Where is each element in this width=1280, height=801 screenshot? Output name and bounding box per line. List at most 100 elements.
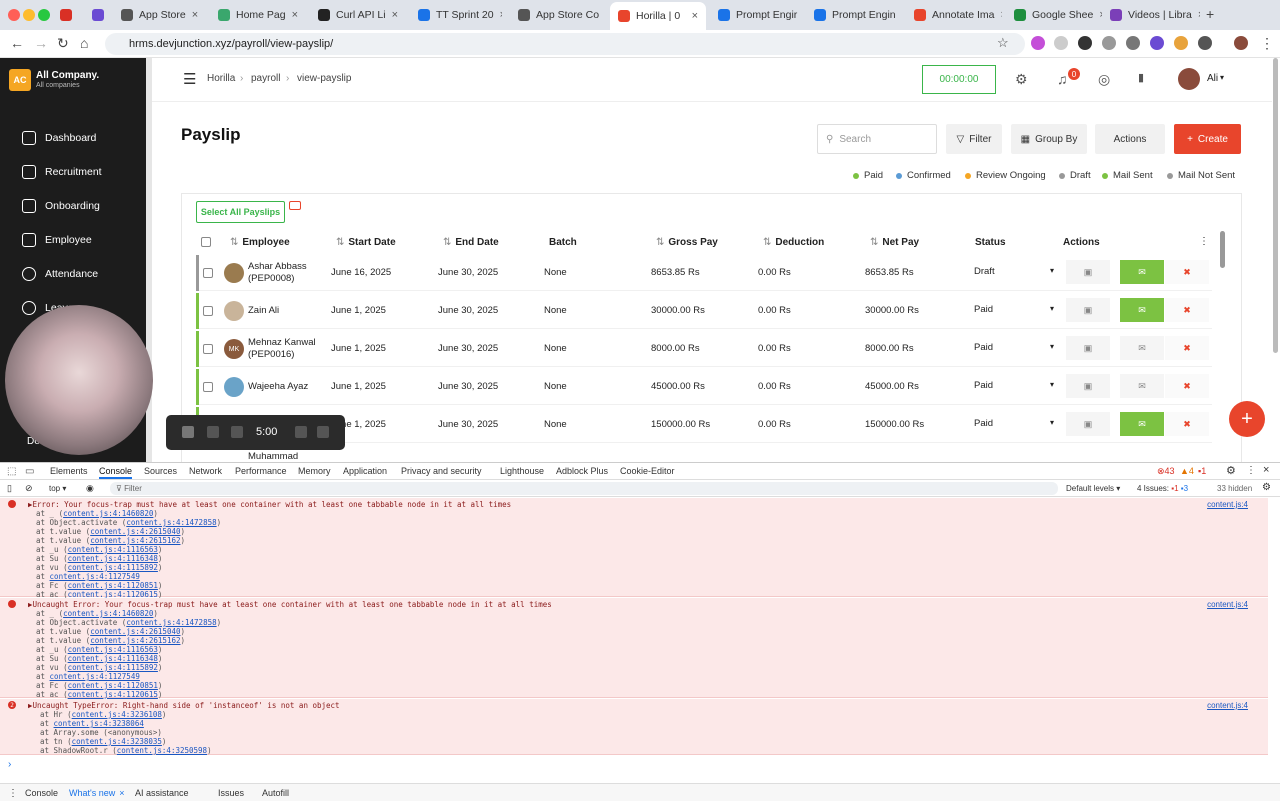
breadcrumb-horilla[interactable]: Horilla (207, 73, 235, 84)
send-mail-button[interactable]: ✉ (1120, 260, 1164, 284)
sidebar-toggle-icon[interactable]: ▯ (7, 483, 12, 494)
column-header-net-pay[interactable]: ⇅Net Pay (870, 237, 919, 248)
browser-tab[interactable] (84, 4, 106, 26)
browser-tab[interactable]: Prompt Engin× (806, 4, 902, 26)
frame-link[interactable]: content.js:4:1127549 (50, 572, 140, 581)
delete-button[interactable]: ✖ (1165, 336, 1209, 360)
devtools-tab-memory[interactable]: Memory (298, 466, 331, 476)
frame-link[interactable]: content.js:4:1115892 (68, 563, 158, 572)
attendance-timer-button[interactable]: 00:00:00 (922, 65, 996, 94)
send-mail-button[interactable]: ✉ (1120, 298, 1164, 322)
bookmark-star-icon[interactable]: ☆ (997, 35, 1009, 51)
status-legend-mail-sent[interactable]: Mail Sent (1102, 170, 1153, 181)
delete-button[interactable]: ✖ (1165, 260, 1209, 284)
user-name[interactable]: Ali (1207, 73, 1218, 84)
extensions-puzzle-icon[interactable] (1198, 36, 1212, 50)
lock-button[interactable]: ▣ (1066, 260, 1110, 284)
employee-name[interactable]: Ashar Abbass (248, 261, 307, 272)
status-select[interactable]: Paid▾ (974, 342, 1054, 353)
row-checkbox[interactable] (203, 344, 213, 354)
sidebar-item-attendance[interactable]: Attendance (22, 267, 98, 281)
devtools-tab-application[interactable]: Application (343, 466, 387, 476)
lock-button[interactable]: ▣ (1066, 412, 1110, 436)
source-link[interactable]: content.js:4 (1207, 701, 1248, 710)
context-selector[interactable]: top ▾ (49, 484, 66, 493)
column-header-gross-pay[interactable]: ⇅Gross Pay (656, 237, 718, 248)
reload-icon[interactable]: ↻ (57, 35, 69, 52)
stop-recording-icon[interactable] (182, 426, 194, 438)
close-tab-icon[interactable]: × (1000, 9, 1002, 21)
console-filter-input[interactable]: ⊽ Filter (110, 482, 1058, 495)
row-checkbox[interactable] (203, 306, 213, 316)
table-row[interactable]: Zain AliJune 1, 2025June 30, 2025None300… (196, 293, 1212, 329)
close-tab-icon[interactable]: × (1198, 9, 1200, 21)
column-header-employee[interactable]: ⇅Employee (230, 237, 290, 248)
browser-tab[interactable]: Prompt Engir× (710, 4, 804, 26)
back-icon[interactable]: ← (10, 35, 24, 51)
console-error-message[interactable]: 2▶Uncaught TypeError: Right-hand side of… (0, 699, 1268, 755)
error-count[interactable]: ⊗43 (1157, 466, 1175, 477)
frame-link[interactable]: content.js:4:1115892 (68, 663, 158, 672)
source-link[interactable]: content.js:4 (1207, 500, 1248, 509)
clear-console-icon[interactable]: ⊘ (25, 483, 33, 494)
frame-link[interactable]: content.js:4:1120851 (68, 681, 158, 690)
frame-link[interactable]: content.js:4:2615040 (90, 627, 180, 636)
sidebar-item-dashboard[interactable]: Dashboard (22, 131, 96, 145)
devtools-tab-adblock-plus[interactable]: Adblock Plus (556, 466, 608, 476)
browser-tab[interactable]: TT Sprint 20× (410, 4, 502, 26)
sidebar-item-employee[interactable]: Employee (22, 233, 92, 247)
close-tab-icon[interactable]: × (500, 9, 502, 21)
discard-icon[interactable] (317, 426, 329, 438)
inspect-icon[interactable]: ⬚ (7, 466, 16, 477)
quick-add-button[interactable]: + (1229, 401, 1265, 437)
sidebar-item-recruitment[interactable]: Recruitment (22, 165, 102, 179)
breadcrumb-payroll[interactable]: payroll (251, 73, 280, 84)
devtools-tab-console[interactable]: Console (99, 466, 132, 479)
close-tab-icon[interactable]: × (392, 9, 398, 21)
group-by-button[interactable]: ▦ Group By (1011, 124, 1087, 154)
console-settings-icon[interactable]: ⚙ (1262, 482, 1271, 493)
warning-count[interactable]: ▲4 (1180, 466, 1194, 476)
frame-link[interactable]: content.js:4:2615162 (90, 536, 180, 545)
devtools-tab-cookie-editor[interactable]: Cookie-Editor (620, 466, 675, 476)
devtools-menu-icon[interactable]: ⋮ (1246, 465, 1256, 476)
send-mail-button[interactable]: ✉ (1120, 374, 1164, 398)
extension-icon[interactable] (1150, 36, 1164, 50)
delete-button[interactable]: ✖ (1165, 412, 1209, 436)
restart-icon[interactable] (295, 426, 307, 438)
column-header-start-date[interactable]: ⇅Start Date (336, 237, 396, 248)
bell-icon[interactable]: ♫ (1057, 71, 1068, 87)
extension-icon[interactable] (1078, 36, 1092, 50)
close-tab-icon[interactable]: × (292, 9, 298, 21)
frame-link[interactable]: content.js:4:1460820 (63, 509, 153, 518)
new-tab-icon[interactable]: + (1206, 6, 1214, 22)
home-icon[interactable]: ⌂ (80, 35, 88, 51)
actions-button[interactable]: Actions (1095, 124, 1165, 154)
close-tab-icon[interactable]: × (119, 788, 124, 798)
globe-icon[interactable]: ◎ (1098, 71, 1110, 88)
devtools-tab-privacy-and-security[interactable]: Privacy and security (401, 466, 482, 476)
devtools-tab-elements[interactable]: Elements (50, 466, 88, 476)
forward-icon[interactable]: → (34, 35, 48, 51)
table-row[interactable]: June 1, 2025June 30, 2025None150000.00 R… (196, 407, 1212, 443)
status-select[interactable]: Paid▾ (974, 304, 1054, 315)
table-row[interactable]: Ashar Abbass(PEP0008)June 16, 2025June 3… (196, 255, 1212, 291)
frame-link[interactable]: content.js:4:1116563 (68, 545, 158, 554)
frame-link[interactable]: content.js:4:1116348 (68, 554, 158, 563)
extension-icon[interactable] (1054, 36, 1068, 50)
drawer-tab-what-s-new[interactable]: What's new× (69, 788, 125, 798)
document-icon[interactable]: ▮ (1138, 71, 1144, 84)
status-legend-confirmed[interactable]: Confirmed (896, 170, 951, 181)
issues-button[interactable]: 4 Issues: ▪1 ▪3 (1137, 484, 1188, 493)
employee-name[interactable]: Wajeeha Ayaz (248, 381, 308, 392)
delete-button[interactable]: ✖ (1165, 374, 1209, 398)
profile-avatar[interactable] (1234, 36, 1248, 50)
status-legend-paid[interactable]: Paid (853, 170, 883, 181)
close-tab-icon[interactable]: × (192, 9, 198, 21)
close-tab-icon[interactable]: × (803, 9, 804, 21)
frame-link[interactable]: content.js:4:1472858 (126, 518, 216, 527)
lock-button[interactable]: ▣ (1066, 374, 1110, 398)
drawer-tab-ai-assistance[interactable]: AI assistance (135, 788, 189, 798)
delete-button[interactable]: ✖ (1165, 298, 1209, 322)
device-toggle-icon[interactable]: ▭ (25, 466, 34, 477)
